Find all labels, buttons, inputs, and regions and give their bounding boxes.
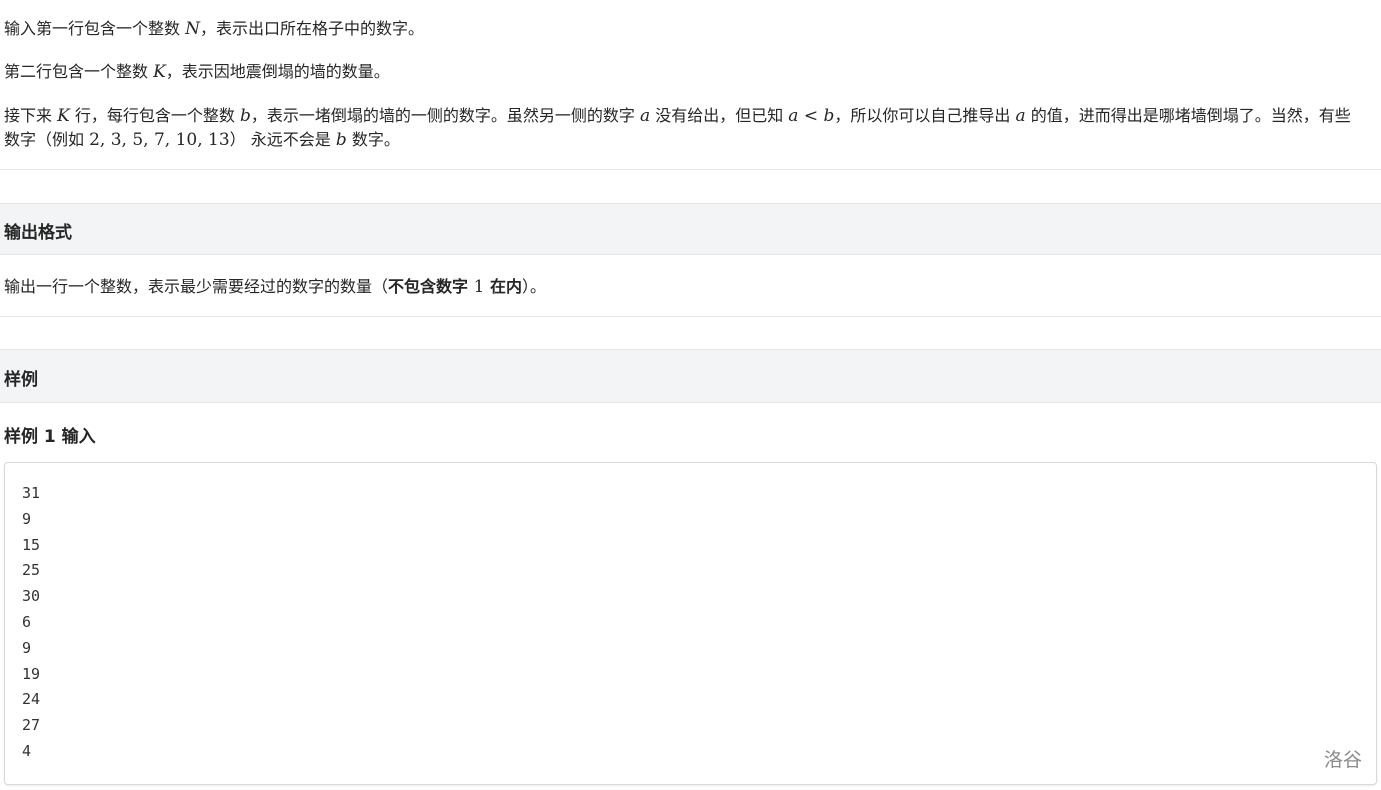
luogu-watermark: 洛谷: [1323, 749, 1362, 771]
output-number-one: 1: [473, 277, 485, 297]
divider-1: [0, 169, 1381, 170]
output-bold-2: 在内: [484, 277, 522, 296]
sample-input-line: 30: [22, 587, 41, 606]
var-a-3: a: [1015, 106, 1026, 126]
input-line-3: 接下来 K 行，每行包含一个整数 b，表示一堵倒塌的墙的一侧的数字。虽然另一侧的…: [4, 104, 1351, 152]
input-line-3-t2: 行，每行包含一个整数: [69, 106, 240, 125]
input-line-3-t7: ） 永远不会是: [229, 130, 336, 149]
sample-input-line: 6: [22, 612, 32, 631]
var-k-2: K: [57, 106, 70, 126]
sample-input-line: 25: [22, 561, 41, 580]
sample-input-lines: 31 9 15 25 30 6 9 19 24 27 4: [22, 481, 40, 765]
var-b-2: b: [823, 106, 835, 126]
sample-input-line: 19: [22, 664, 41, 683]
sample-input-line: 9: [22, 638, 32, 657]
output-description: 输出一行一个整数，表示最少需要经过的数字的数量（不包含数字 1 在内）。: [4, 276, 1351, 298]
example-numbers: 2, 3, 5, 7, 10, 13: [89, 130, 230, 150]
sample-1-input-title: 样例 1 输入: [4, 427, 96, 447]
input-line-3-t3: ，表示一堵倒塌的墙的一侧的数字。虽然另一侧的数字: [250, 106, 640, 125]
sample-section-title: 样例: [4, 370, 38, 390]
var-a-2: a: [788, 106, 799, 126]
less-than-op: <: [798, 106, 824, 126]
var-a: a: [639, 106, 651, 126]
output-bold-1: 不包含数字: [388, 277, 474, 296]
input-line-3-t4: 没有给出，但已知: [650, 106, 789, 125]
input-line-1: 输入第一行包含一个整数 N，表示出口所在格子中的数字。: [4, 18, 1351, 40]
input-line-2: 第二行包含一个整数 K，表示因地震倒塌的墙的数量。: [4, 61, 1351, 83]
input-line-3-t1: 接下来: [4, 106, 58, 125]
input-line-1-text-b: ，表示出口所在格子中的数字。: [199, 19, 424, 38]
sample-input-line: 31: [22, 484, 41, 502]
input-line-3-t8: 数字。: [346, 130, 400, 149]
sample-input-box[interactable]: 31 9 15 25 30 6 9 19 24 27 4 洛谷: [4, 462, 1377, 785]
var-b-3: b: [335, 130, 347, 150]
output-text-after: ）。: [522, 277, 547, 296]
input-line-3-t5: ，所以你可以自己推导出: [834, 106, 1016, 125]
sample-input-line: 15: [22, 535, 41, 554]
sample-input-line: 4: [22, 741, 32, 760]
problem-page: 输入第一行包含一个整数 N，表示出口所在格子中的数字。 第二行包含一个整数 K，…: [0, 0, 1381, 790]
output-text-before: 输出一行一个整数，表示最少需要经过的数字的数量（: [4, 277, 389, 296]
input-line-2-text-b: ，表示因地震倒塌的墙的数量。: [165, 62, 390, 81]
var-k: K: [153, 62, 166, 82]
divider-2: [0, 316, 1381, 317]
sample-input-line: 9: [22, 509, 32, 528]
input-line-1-text-a: 输入第一行包含一个整数: [4, 19, 186, 38]
var-b: b: [239, 106, 251, 126]
sample-input-line: 24: [22, 690, 41, 709]
output-format-title: 输出格式: [4, 223, 72, 243]
output-format-header: 输出格式: [0, 203, 1381, 255]
input-line-2-text-a: 第二行包含一个整数: [4, 62, 154, 81]
var-n: N: [185, 19, 200, 39]
sample-header: 样例: [0, 349, 1381, 403]
sample-input-line: 27: [22, 716, 41, 735]
